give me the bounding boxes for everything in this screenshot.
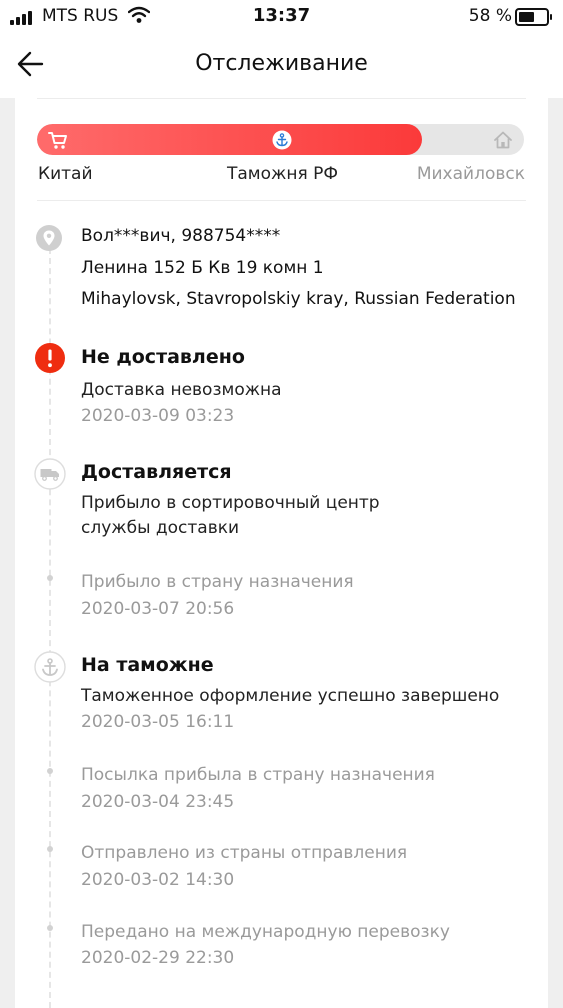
event-title: На таможне bbox=[81, 654, 214, 676]
event-description: Доставка невозможна bbox=[81, 380, 282, 400]
anchor-icon bbox=[34, 651, 66, 683]
status-bar: MTS RUS 13:37 58 % bbox=[0, 0, 563, 34]
address-street: Ленина 152 Б Кв 19 комн 1 bbox=[81, 258, 324, 278]
event-description: службы доставки bbox=[81, 518, 240, 538]
event-title: Не доставлено bbox=[81, 346, 245, 368]
event-title: Доставляется bbox=[81, 461, 232, 483]
event-date: 2020-03-07 20:56 bbox=[81, 599, 235, 619]
event-date: 2020-02-29 22:30 bbox=[81, 948, 235, 968]
page-title: Отслеживание bbox=[195, 51, 368, 76]
event-description: Отправлено из страны отправления bbox=[81, 843, 408, 863]
home-icon bbox=[494, 131, 512, 149]
timeline-dot bbox=[47, 846, 53, 852]
event-description: Прибыло в страну назначения bbox=[81, 572, 354, 592]
event-date: 2020-03-05 16:11 bbox=[81, 712, 235, 732]
battery-icon bbox=[515, 8, 552, 26]
stage-destination: Михайловск bbox=[416, 164, 525, 184]
divider bbox=[37, 98, 526, 99]
timeline-dot bbox=[47, 575, 53, 581]
event-description: Передано на международную перевозку bbox=[81, 922, 450, 942]
location-pin-icon bbox=[36, 225, 62, 251]
event-description: Таможенное оформление успешно завершено bbox=[81, 686, 500, 706]
stage-customs: Таможня РФ bbox=[227, 164, 338, 184]
delivery-progress-bar bbox=[37, 124, 524, 155]
timeline-dot bbox=[47, 768, 53, 774]
customs-anchor-icon bbox=[272, 130, 292, 150]
event-date: 2020-03-04 23:45 bbox=[81, 792, 235, 812]
divider bbox=[37, 200, 526, 201]
recipient-name-phone: Вол***вич, 988754**** bbox=[81, 226, 281, 246]
truck-icon bbox=[34, 458, 66, 490]
event-description: Посылка прибыла в страну назначения bbox=[81, 765, 435, 785]
event-date: 2020-03-02 14:30 bbox=[81, 870, 235, 890]
alert-icon bbox=[35, 343, 65, 373]
event-date: 2020-03-09 03:23 bbox=[81, 406, 235, 426]
tracking-card: Китай Таможня РФ Михайловск Вол***вич, 9… bbox=[15, 98, 548, 1008]
nav-bar: Отслеживание bbox=[0, 34, 563, 98]
battery-percent: 58 % bbox=[468, 6, 512, 26]
address-city: Mihaylovsk, Stavropolskiy kray, Russian … bbox=[81, 289, 516, 309]
progress-fill bbox=[37, 124, 422, 155]
timeline-dot bbox=[47, 925, 53, 931]
event-description: Прибыло в сортировочный центр bbox=[81, 493, 380, 513]
stage-origin: Китай bbox=[38, 164, 93, 184]
cart-icon bbox=[48, 132, 67, 149]
